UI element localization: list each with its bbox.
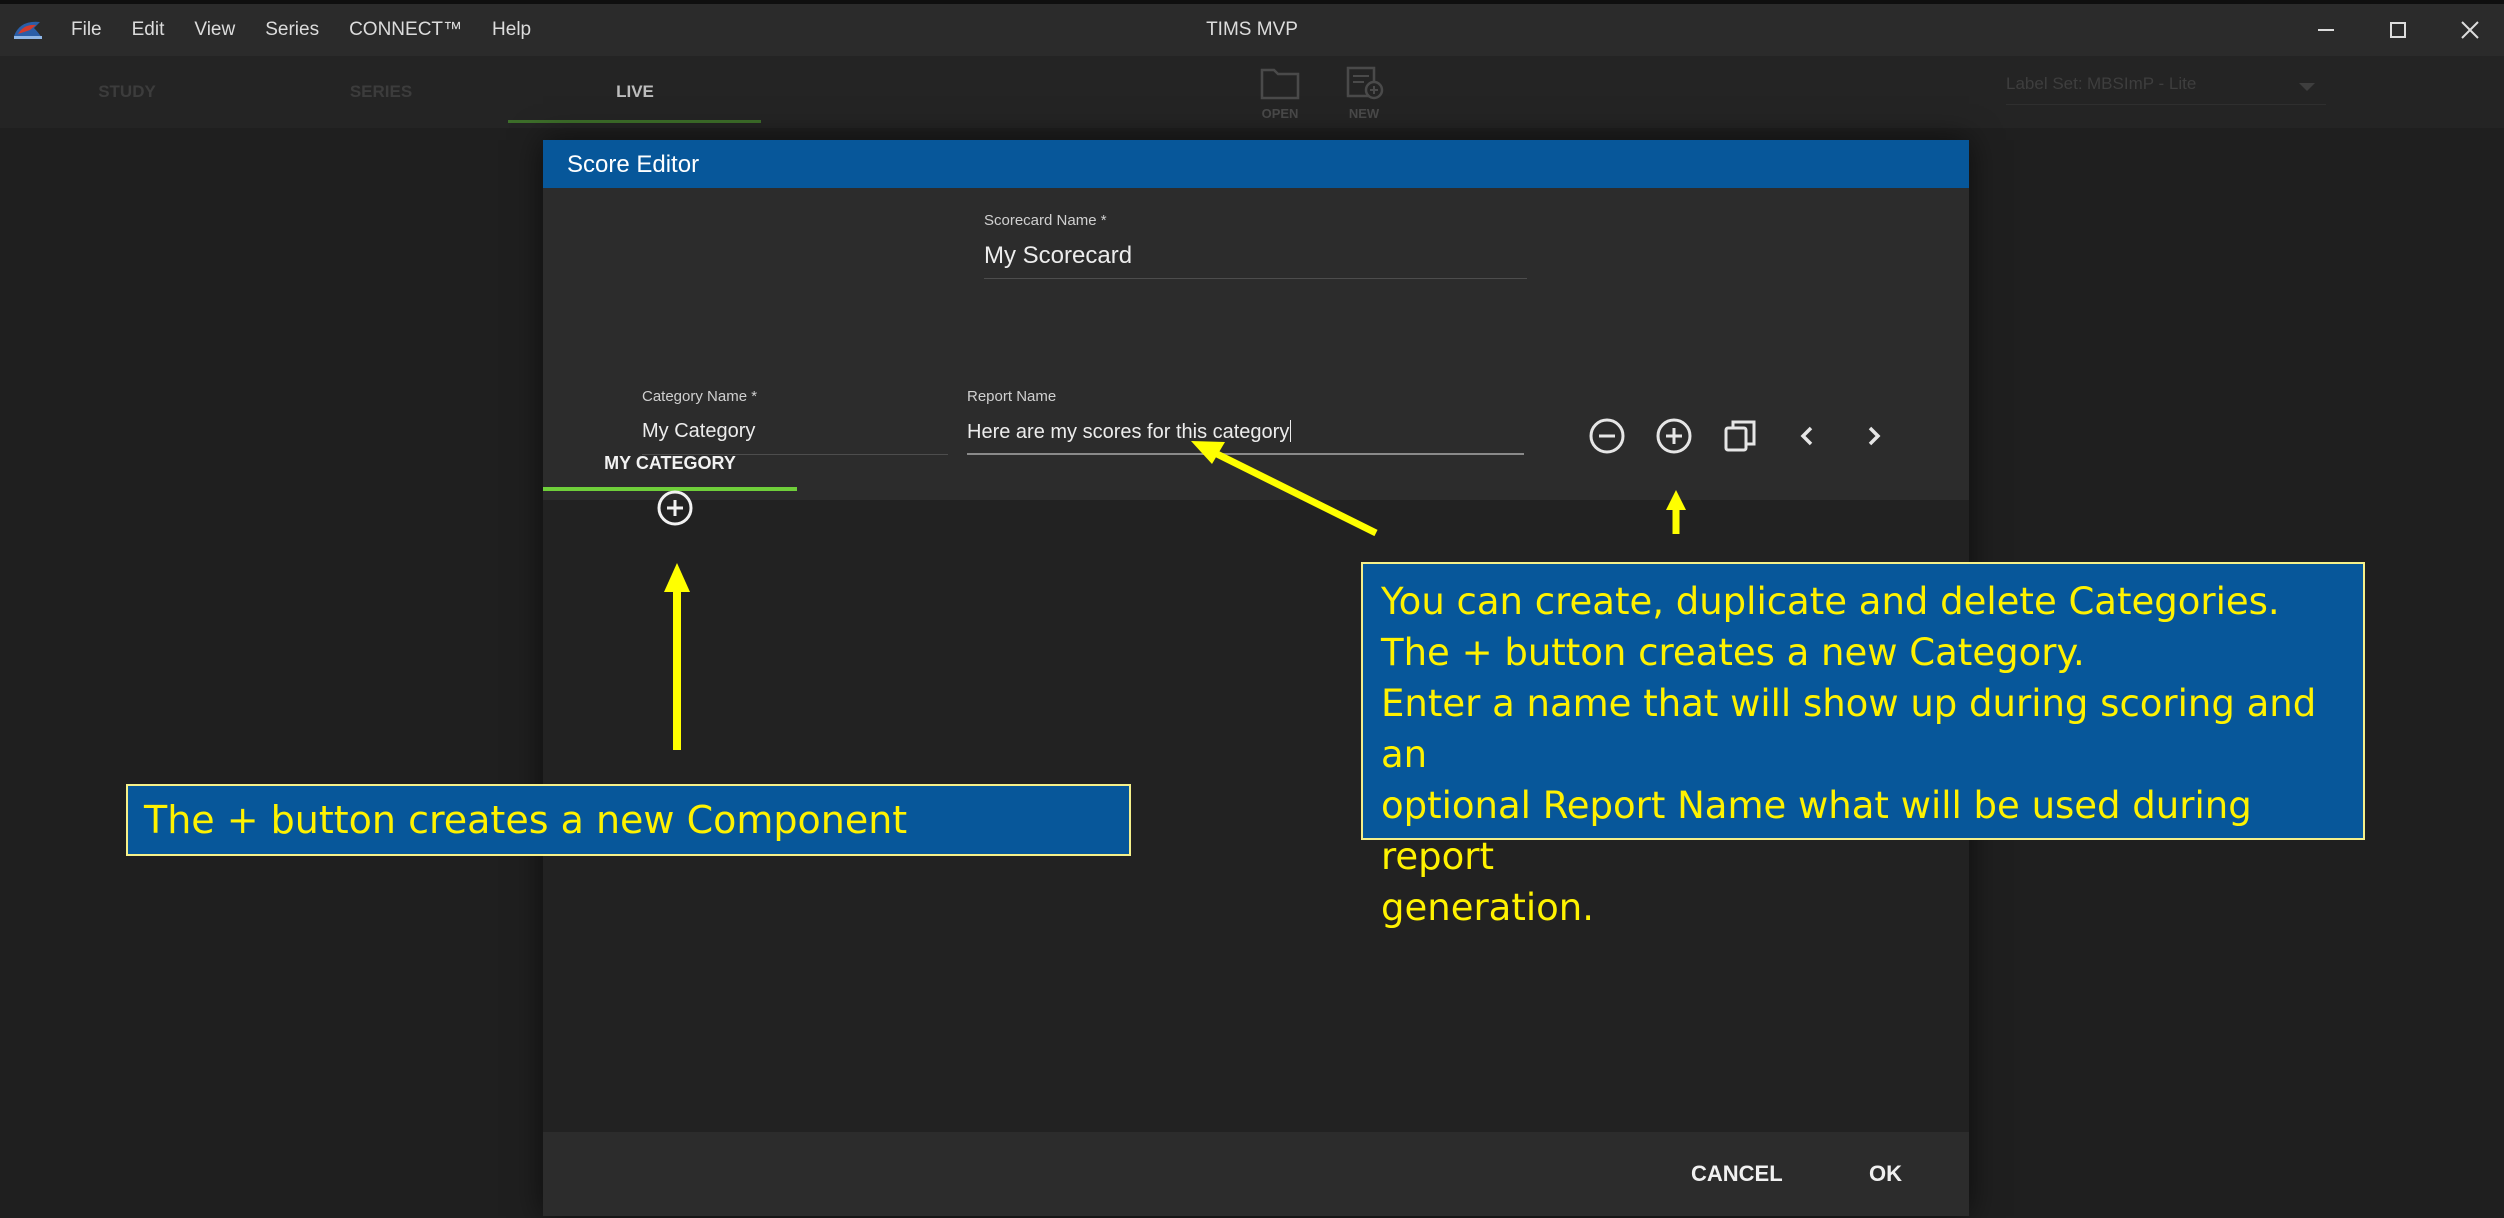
previous-category-button[interactable]: [1785, 414, 1829, 458]
report-name-input[interactable]: Here are my scores for this category: [967, 420, 1292, 444]
add-component-icon: [657, 490, 693, 526]
category-callout-line-4: optional Report Name what will be used d…: [1381, 784, 2252, 878]
duplicate-category-icon: [1724, 420, 1756, 452]
scorecard-name-label: Scorecard Name *: [984, 212, 1107, 229]
toolbar: STUDY SERIES LIVE OPEN NEW Label Set: MB…: [0, 56, 2504, 128]
live-tab-indicator: [508, 120, 761, 123]
title-bar: File Edit View Series CONNECT™ Help TIMS…: [0, 0, 2504, 56]
menu-series[interactable]: Series: [265, 19, 319, 41]
dialog-footer: CANCEL OK: [543, 1132, 1969, 1216]
label-set-prefix: Label Set:: [2006, 74, 2083, 93]
scorecard-name-input[interactable]: My Scorecard: [984, 242, 1132, 270]
chevron-right-icon: [1868, 426, 1881, 446]
category-name-underline: [642, 454, 948, 455]
add-category-button[interactable]: [1652, 414, 1696, 458]
scorecard-name-underline: [984, 278, 1527, 279]
new-study-icon: [1346, 66, 1384, 100]
category-name-label: Category Name *: [642, 388, 758, 405]
app-logo-icon: [14, 21, 42, 39]
category-tab-label: MY CATEGORY: [604, 453, 736, 473]
text-cursor: [1290, 420, 1292, 442]
menu-edit[interactable]: Edit: [132, 19, 165, 41]
category-callout-line-5: generation.: [1381, 886, 1594, 929]
cancel-button[interactable]: CANCEL: [1691, 1132, 1783, 1216]
component-callout: The + button creates a new Component: [126, 784, 1131, 856]
remove-category-button[interactable]: [1585, 414, 1629, 458]
chevron-left-icon: [1800, 426, 1813, 446]
menu-file[interactable]: File: [71, 19, 102, 41]
report-name-underline: [967, 453, 1524, 455]
category-callout: You can create, duplicate and delete Cat…: [1361, 562, 2365, 929]
label-set-select[interactable]: Label Set: MBSImP - Lite: [2006, 74, 2326, 105]
open-button[interactable]: OPEN: [1245, 60, 1315, 124]
ok-button[interactable]: OK: [1869, 1132, 1902, 1216]
category-callout-line-1: You can create, duplicate and delete Cat…: [1381, 580, 2280, 623]
maximize-button[interactable]: [2378, 12, 2418, 48]
tab-series[interactable]: SERIES: [254, 56, 508, 124]
close-button[interactable]: [2450, 12, 2490, 48]
category-callout-line-3: Enter a name that will show up during sc…: [1381, 682, 2317, 776]
new-button[interactable]: NEW: [1329, 60, 1399, 124]
category-callout-line-2: The + button creates a new Category.: [1381, 631, 2085, 674]
menu-connect[interactable]: CONNECT™: [349, 19, 462, 41]
minimize-icon: [2318, 29, 2334, 31]
remove-category-icon: [1589, 418, 1625, 454]
menu-help[interactable]: Help: [492, 19, 531, 41]
add-category-icon: [1656, 418, 1692, 454]
report-name-text: Here are my scores for this category: [967, 421, 1290, 443]
duplicate-category-button[interactable]: [1718, 414, 1762, 458]
tab-live[interactable]: LIVE: [508, 56, 762, 124]
minimize-button[interactable]: [2306, 12, 2346, 48]
menu-view[interactable]: View: [194, 19, 235, 41]
close-icon: [2461, 21, 2479, 39]
add-component-button[interactable]: [653, 486, 697, 530]
label-set-value: MBSImP - Lite: [2087, 74, 2197, 93]
tab-study[interactable]: STUDY: [0, 56, 254, 124]
folder-open-icon: [1260, 68, 1300, 100]
component-callout-text: The + button creates a new Component: [144, 798, 908, 842]
maximize-icon: [2390, 22, 2406, 38]
menu-bar: File Edit View Series CONNECT™ Help: [56, 4, 546, 56]
new-label: NEW: [1348, 106, 1380, 121]
category-name-input[interactable]: My Category: [642, 420, 755, 443]
next-category-button[interactable]: [1852, 414, 1896, 458]
open-label: OPEN: [1261, 106, 1299, 121]
dropdown-arrow-icon: [2299, 83, 2315, 91]
report-name-label: Report Name: [967, 388, 1057, 405]
dialog-title: Score Editor: [543, 140, 1969, 188]
